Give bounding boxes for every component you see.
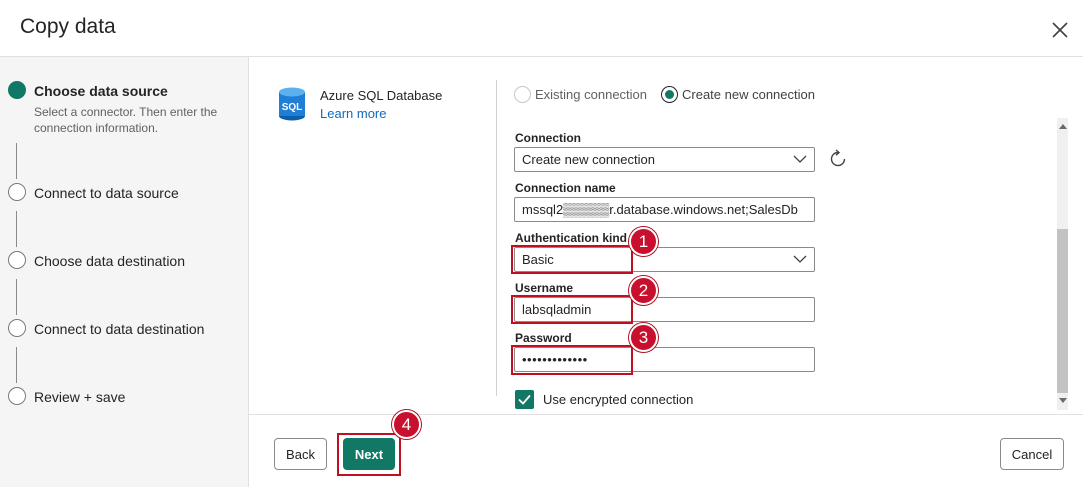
connector-name: Azure SQL Database xyxy=(320,88,443,103)
connection-name-label: Connection name xyxy=(515,181,616,195)
sql-icon-text: SQL xyxy=(282,102,303,113)
authentication-kind-label: Authentication kind xyxy=(515,231,627,245)
connection-label: Connection xyxy=(515,131,581,145)
step-indicator xyxy=(8,387,26,405)
step-indicator xyxy=(8,251,26,269)
cancel-button[interactable]: Cancel xyxy=(1000,438,1064,470)
username-label: Username xyxy=(515,281,574,295)
step-connector-line xyxy=(16,143,17,179)
step-connector-line xyxy=(16,211,17,247)
highlight-password xyxy=(511,345,633,375)
annotation-badge-2: 2 xyxy=(629,276,658,305)
highlight-next-button xyxy=(337,433,401,476)
step-connect-to-data-source: Connect to data source xyxy=(34,185,179,201)
footer-divider xyxy=(249,414,1083,415)
step-indicator xyxy=(8,319,26,337)
step-connect-to-data-destination: Connect to data destination xyxy=(34,321,205,337)
step-choose-data-destination: Choose data destination xyxy=(34,253,185,269)
create-new-connection-radio[interactable] xyxy=(661,86,678,103)
steps-panel: Choose data source Select a connector. T… xyxy=(0,57,249,487)
dialog-title: Copy data xyxy=(20,15,116,38)
vertical-divider xyxy=(496,80,497,396)
chevron-down-icon xyxy=(793,255,807,263)
back-button[interactable]: Back xyxy=(274,438,327,470)
create-new-connection-label: Create new connection xyxy=(682,87,815,102)
highlight-username xyxy=(511,295,633,324)
azure-sql-database-icon: SQL xyxy=(279,87,305,121)
annotation-badge-3: 3 xyxy=(629,323,658,352)
highlight-authentication-kind xyxy=(511,245,633,274)
encrypted-connection-checkbox[interactable] xyxy=(515,390,534,409)
step-review-save: Review + save xyxy=(34,389,126,405)
connection-dropdown[interactable]: Create new connection xyxy=(514,147,815,172)
step-connector-line xyxy=(16,347,17,383)
scrollbar-thumb[interactable] xyxy=(1057,229,1068,393)
existing-connection-label: Existing connection xyxy=(535,87,648,102)
step-indicator-active xyxy=(8,81,26,99)
checkmark-icon xyxy=(518,394,531,405)
password-label: Password xyxy=(515,331,572,345)
dialog-header: Copy data xyxy=(0,0,1083,57)
step-indicator xyxy=(8,183,26,201)
connection-name-input[interactable]: mssql2▒▒▒▒▒r.database.windows.net;SalesD… xyxy=(514,197,815,222)
existing-connection-radio[interactable] xyxy=(514,86,531,103)
close-icon[interactable] xyxy=(1050,20,1070,40)
step-connector-line xyxy=(16,279,17,315)
step-description: Select a connector. Then enter the conne… xyxy=(34,105,218,135)
encrypted-connection-label: Use encrypted connection xyxy=(543,392,694,407)
chevron-down-icon xyxy=(793,155,807,163)
annotation-badge-1: 1 xyxy=(629,227,658,256)
connection-value: Create new connection xyxy=(522,152,655,167)
learn-more-link[interactable]: Learn more xyxy=(320,106,386,121)
scroll-up-arrow-icon[interactable] xyxy=(1059,124,1067,129)
scroll-down-arrow-icon[interactable] xyxy=(1059,398,1067,403)
refresh-icon[interactable] xyxy=(828,149,848,169)
step-choose-data-source: Choose data source xyxy=(34,83,168,99)
annotation-badge-4: 4 xyxy=(392,410,421,439)
